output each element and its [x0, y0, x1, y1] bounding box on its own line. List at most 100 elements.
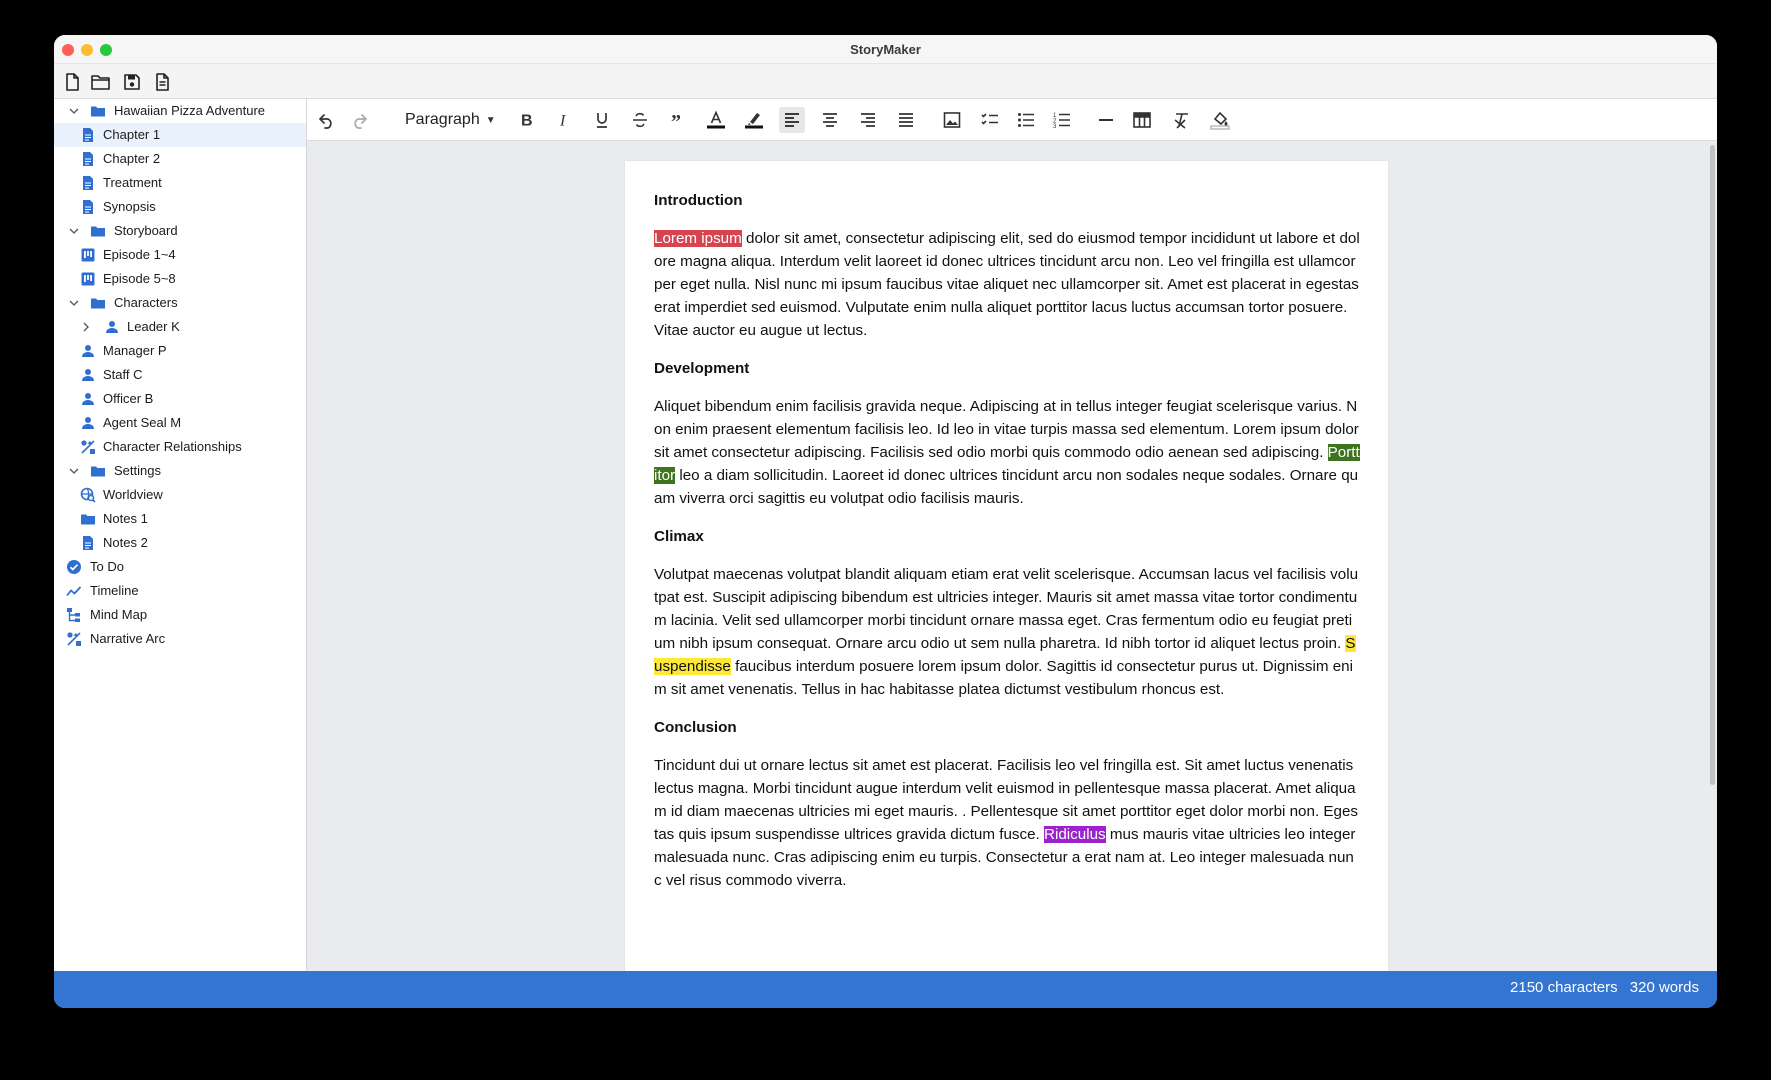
italic-button[interactable]: I — [551, 107, 577, 133]
document-icon — [80, 199, 96, 215]
sidebar-item-label: Episode 1~4 — [103, 247, 176, 262]
sidebar-item-label: Synopsis — [103, 199, 156, 214]
globe-search-icon — [80, 487, 96, 503]
section-paragraph: Volutpat maecenas volutpat blandit aliqu… — [654, 566, 1359, 698]
mind-map-icon — [66, 607, 82, 623]
folder-icon — [90, 295, 106, 311]
sidebar-item-label: Timeline — [90, 583, 139, 598]
text-color-button[interactable] — [703, 107, 729, 133]
person-icon — [80, 343, 96, 359]
align-center-button[interactable] — [817, 107, 843, 133]
insert-table-button[interactable] — [1129, 107, 1155, 133]
scrollbar-thumb[interactable] — [1710, 145, 1715, 785]
word-count: 320 words — [1629, 979, 1699, 996]
sidebar-item-treatment[interactable]: Treatment — [54, 171, 306, 195]
sidebar-item-settings[interactable]: Settings — [54, 459, 306, 483]
sidebar-item-hawaiian-pizza-adventure[interactable]: Hawaiian Pizza Adventure — [54, 99, 306, 123]
sidebar-item-label: Settings — [114, 463, 161, 478]
section-heading: Development — [654, 360, 750, 377]
sidebar-item-label: Hawaiian Pizza Adventure — [114, 103, 266, 118]
align-right-button[interactable] — [855, 107, 881, 133]
person-icon — [80, 367, 96, 383]
numbered-list-button[interactable]: 123 — [1049, 107, 1075, 133]
folder-icon — [90, 463, 106, 479]
insert-image-button[interactable] — [939, 107, 965, 133]
document-icon — [80, 151, 96, 167]
chevron-down-icon[interactable] — [68, 105, 80, 117]
folder-icon — [90, 223, 106, 239]
person-icon — [80, 391, 96, 407]
sidebar-item-mind-map[interactable]: Mind Map — [54, 603, 306, 627]
section-paragraph: Tincidunt dui ut ornare lectus sit amet … — [654, 757, 1359, 889]
sidebar-item-label: Leader K — [127, 319, 180, 334]
sidebar-item-chapter-1[interactable]: Chapter 1 — [54, 123, 306, 147]
status-counts: 2150 characters 320 words — [1502, 979, 1699, 996]
sidebar-item-manager-p[interactable]: Manager P — [54, 339, 306, 363]
chevron-down-icon[interactable] — [68, 225, 80, 237]
redo-button[interactable] — [347, 107, 373, 133]
highlight-color-button[interactable] — [741, 107, 767, 133]
sidebar-item-label: Episode 5~8 — [103, 271, 176, 286]
document-page[interactable]: Introduction Lorem ipsum dolor sit amet, … — [625, 161, 1388, 991]
sidebar-item-label: Storyboard — [114, 223, 178, 238]
strikethrough-button[interactable] — [627, 107, 653, 133]
sidebar-item-notes-1[interactable]: Notes 1 — [54, 507, 306, 531]
editor-canvas: Introduction Lorem ipsum dolor sit amet, … — [307, 141, 1717, 991]
highlighted-text: Suspendisse — [654, 635, 1356, 675]
block-format-label: Paragraph — [405, 111, 480, 128]
bold-button[interactable]: B — [513, 107, 539, 133]
document-body[interactable]: Introduction Lorem ipsum dolor sit amet, … — [654, 189, 1360, 907]
sidebar-item-leader-k[interactable]: Leader K — [54, 315, 306, 339]
bullet-list-button[interactable] — [1013, 107, 1039, 133]
sidebar-item-label: Staff C — [103, 367, 143, 382]
app-window: StoryMaker Hawaiian Pizza Adventure Chapt… — [54, 35, 1717, 1008]
sidebar-item-notes-2[interactable]: Notes 2 — [54, 531, 306, 555]
sidebar-item-to-do[interactable]: To Do — [54, 555, 306, 579]
chevron-down-icon: ▼ — [485, 114, 496, 126]
sidebar-item-character-relationships[interactable]: Character Relationships — [54, 435, 306, 459]
block-format-select[interactable]: Paragraph ▼ — [405, 109, 496, 131]
horizontal-rule-button[interactable] — [1093, 107, 1119, 133]
sidebar-item-timeline[interactable]: Timeline — [54, 579, 306, 603]
storyboard-icon — [80, 247, 96, 263]
file-toolbar — [54, 64, 1717, 99]
svg-text:”: ” — [671, 111, 681, 130]
sidebar-item-label: Treatment — [103, 175, 162, 190]
highlighted-text: Porttitor — [654, 444, 1360, 484]
align-justify-button[interactable] — [893, 107, 919, 133]
sidebar-item-worldview[interactable]: Worldview — [54, 483, 306, 507]
sidebar-item-storyboard[interactable]: Storyboard — [54, 219, 306, 243]
align-left-button[interactable] — [779, 107, 805, 133]
new-file-icon[interactable] — [62, 72, 84, 92]
chevron-down-icon[interactable] — [68, 465, 80, 477]
blockquote-button[interactable]: ” — [665, 107, 691, 133]
sidebar-item-chapter-2[interactable]: Chapter 2 — [54, 147, 306, 171]
sidebar-item-officer-b[interactable]: Officer B — [54, 387, 306, 411]
editor-scrollbar[interactable] — [1707, 141, 1717, 971]
check-circle-icon — [66, 559, 82, 575]
export-document-icon[interactable] — [152, 72, 174, 92]
status-bar: 2150 characters 320 words — [54, 971, 1717, 1008]
sidebar-item-episode-5-8[interactable]: Episode 5~8 — [54, 267, 306, 291]
underline-button[interactable] — [589, 107, 615, 133]
chevron-right-icon[interactable] — [80, 321, 92, 333]
save-icon[interactable] — [122, 72, 144, 92]
sidebar-item-agent-seal-m[interactable]: Agent Seal M — [54, 411, 306, 435]
sidebar-item-label: Chapter 2 — [103, 151, 161, 166]
sidebar-item-synopsis[interactable]: Synopsis — [54, 195, 306, 219]
document-icon — [80, 535, 96, 551]
person-icon — [80, 415, 96, 431]
checklist-button[interactable] — [977, 107, 1003, 133]
sidebar-item-narrative-arc[interactable]: Narrative Arc — [54, 627, 306, 651]
sidebar-item-label: To Do — [90, 559, 124, 574]
section-paragraph: Lorem ipsum dolor sit amet, consectetur … — [654, 230, 1360, 339]
fill-color-button[interactable] — [1207, 107, 1233, 133]
clear-formatting-button[interactable] — [1169, 107, 1195, 133]
undo-button[interactable] — [313, 107, 339, 133]
sidebar-item-characters[interactable]: Characters — [54, 291, 306, 315]
sidebar-item-staff-c[interactable]: Staff C — [54, 363, 306, 387]
sidebar-item-episode-1-4[interactable]: Episode 1~4 — [54, 243, 306, 267]
person-icon — [104, 319, 120, 335]
chevron-down-icon[interactable] — [68, 297, 80, 309]
open-folder-icon[interactable] — [90, 72, 112, 92]
